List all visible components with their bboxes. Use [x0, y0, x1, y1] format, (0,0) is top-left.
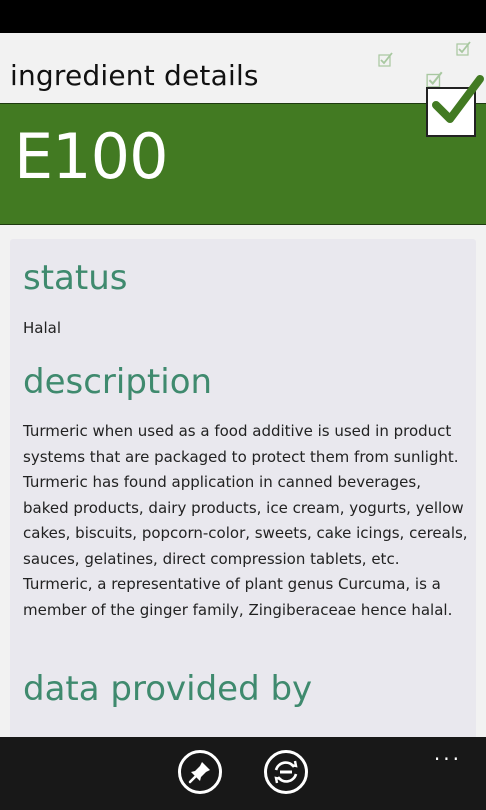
pin-button[interactable]: [178, 750, 222, 794]
halal-check-icon: [426, 75, 484, 137]
application-bar: ...: [0, 737, 486, 810]
details-card: status Halal description Turmeric when u…: [10, 239, 476, 737]
page-title: ingredient details: [10, 59, 259, 92]
ingredient-code: E100: [14, 120, 169, 193]
sync-button[interactable]: [264, 750, 308, 794]
description-heading: description: [23, 362, 213, 402]
ingredient-banner: E100: [0, 103, 486, 225]
description-text: Turmeric when used as a food additive is…: [23, 422, 468, 619]
more-menu-button[interactable]: ...: [434, 743, 462, 763]
sync-icon: [274, 760, 298, 784]
pin-icon: [188, 762, 210, 784]
ingredient-details-page: ingredient details E100 status Halal des…: [0, 33, 486, 737]
small-check-icon: [378, 52, 393, 67]
small-check-icon: [456, 41, 471, 56]
provider-heading: data provided by: [23, 669, 313, 709]
status-value: Halal: [23, 319, 61, 337]
status-heading: status: [23, 258, 128, 298]
